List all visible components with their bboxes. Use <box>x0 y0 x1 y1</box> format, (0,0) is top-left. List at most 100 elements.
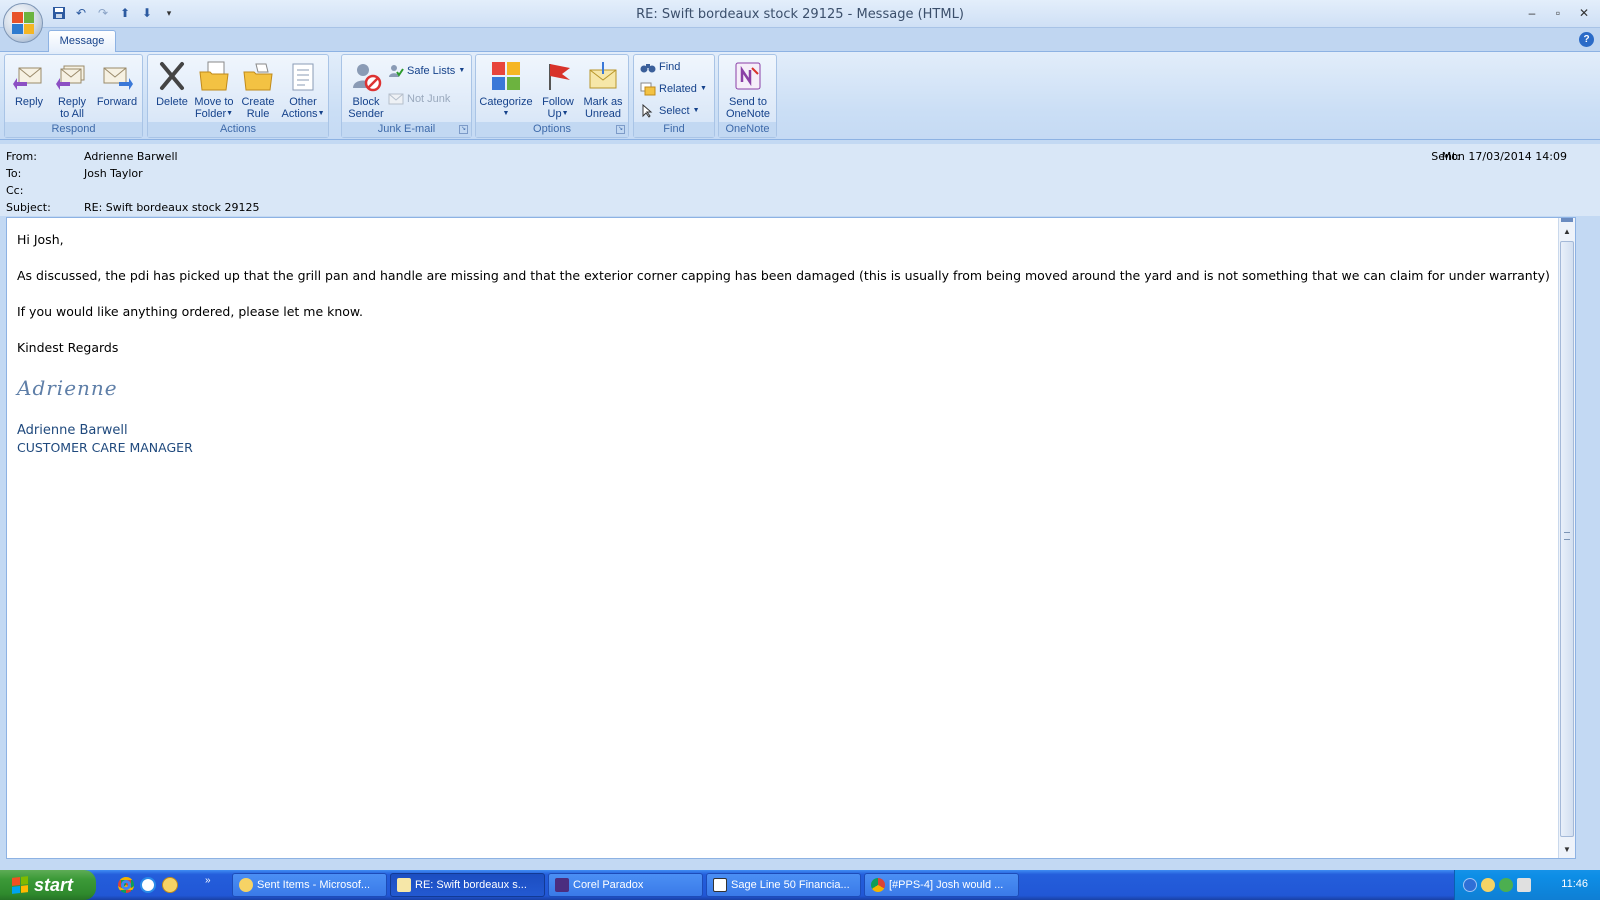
select-button[interactable]: Select ▼ <box>640 101 700 121</box>
scroll-thumb[interactable] <box>1560 241 1574 837</box>
internet-explorer-icon[interactable] <box>140 877 156 893</box>
mark-as-unread-button[interactable]: Mark as Unread <box>580 58 626 122</box>
group-label-find: Find <box>634 122 714 137</box>
subject-value: RE: Swift bordeaux stock 29125 <box>84 201 260 214</box>
window-controls: – ▫ ✕ <box>1520 4 1596 22</box>
group-label-options: Options <box>476 122 628 137</box>
not-junk-icon <box>388 93 404 105</box>
restore-icon[interactable]: ▫ <box>1546 4 1570 22</box>
outlook-tray-icon[interactable] <box>1481 878 1495 892</box>
from-value[interactable]: Adrienne Barwell <box>84 150 178 163</box>
related-label: Related <box>659 83 697 95</box>
chevron-down-icon: ▼ <box>692 107 700 115</box>
binoculars-icon <box>640 64 656 73</box>
windows-logo-icon <box>12 876 28 894</box>
dialog-launcher-icon[interactable]: ↘ <box>459 125 468 134</box>
delete-button[interactable]: Delete <box>150 58 194 122</box>
help-icon[interactable]: ? <box>1579 32 1594 47</box>
create-rule-label-2: Rule <box>246 108 270 120</box>
group-respond: Reply Reply to All Forward Respond <box>4 54 143 138</box>
block-sender-label-1: Block <box>352 96 380 108</box>
move-to-folder-label-1: Move to <box>194 96 234 108</box>
chrome-icon[interactable] <box>118 877 134 893</box>
reply-button[interactable]: Reply <box>7 58 51 122</box>
system-tray: 11:46 <box>1454 870 1600 900</box>
scroll-up-icon[interactable]: ▲ <box>1559 224 1575 240</box>
taskbar-item-message[interactable]: RE: Swift bordeaux s... <box>390 873 545 897</box>
create-rule-label-1: Create <box>241 96 275 108</box>
paradox-icon <box>555 878 569 892</box>
tray-expand-icon[interactable] <box>1463 878 1477 892</box>
delete-label: Delete <box>156 96 188 108</box>
message-header: From: Adrienne Barwell To: Josh Taylor C… <box>0 144 1600 216</box>
office-button[interactable] <box>3 3 43 43</box>
find-button[interactable]: Find <box>640 57 680 77</box>
block-sender-button[interactable]: Block Sender <box>344 58 388 122</box>
close-icon[interactable]: ✕ <box>1572 4 1596 22</box>
security-icon[interactable] <box>1517 878 1531 892</box>
reply-all-label-1: Reply <box>57 96 87 108</box>
network-icon[interactable] <box>1499 878 1513 892</box>
grip-icon <box>1564 532 1570 540</box>
safe-lists-icon <box>389 65 404 78</box>
other-actions-button[interactable]: Other Actions▼ <box>280 58 326 122</box>
safe-lists-button[interactable]: Safe Lists ▼ <box>388 61 465 81</box>
window-title: RE: Swift bordeaux stock 29125 - Message… <box>636 7 964 22</box>
vertical-scrollbar[interactable]: ▲ ▼ <box>1558 218 1575 858</box>
minimize-icon[interactable]: – <box>1520 4 1544 22</box>
group-label-respond: Respond <box>5 122 142 137</box>
taskbar-item-sage[interactable]: Sage Line 50 Financia... <box>706 873 861 897</box>
taskbar-item-label: Corel Paradox <box>573 879 644 891</box>
reply-all-button[interactable]: Reply to All <box>50 58 94 122</box>
taskbar-item-chrome[interactable]: [#PPS-4] Josh would ... <box>864 873 1019 897</box>
quick-launch <box>118 877 178 893</box>
taskbar-item-label: Sent Items - Microsof... <box>257 879 371 891</box>
to-value[interactable]: Josh Taylor <box>84 167 143 180</box>
move-to-folder-button[interactable]: Move to Folder▼ <box>192 58 236 122</box>
scroll-down-icon[interactable]: ▼ <box>1559 842 1575 858</box>
taskbar-item-corel-paradox[interactable]: Corel Paradox <box>548 873 703 897</box>
forward-icon <box>103 67 133 90</box>
categorize-button[interactable]: Categorize ▼ <box>479 58 533 122</box>
categorize-icon <box>492 62 520 90</box>
dialog-launcher-icon[interactable]: ↘ <box>616 125 625 134</box>
group-onenote: Send to OneNote OneNote <box>718 54 777 138</box>
create-rule-button[interactable]: Create Rule <box>236 58 280 122</box>
other-actions-icon <box>292 63 314 91</box>
body-content: Hi Josh, As discussed, the pdi has picke… <box>17 232 1550 456</box>
related-icon <box>640 82 656 96</box>
not-junk-button[interactable]: Not Junk <box>388 89 450 109</box>
find-label: Find <box>659 61 681 73</box>
taskbar-item-label: Sage Line 50 Financia... <box>731 879 850 891</box>
categorize-label: Categorize <box>479 96 533 108</box>
group-label-actions: Actions <box>148 122 328 137</box>
tab-message[interactable]: Message <box>48 30 116 53</box>
ribbon: Reply Reply to All Forward Respond Delet… <box>0 52 1600 140</box>
forward-button[interactable]: Forward <box>93 58 141 122</box>
quick-launch-overflow-icon[interactable]: » <box>205 875 211 886</box>
related-button[interactable]: Related ▼ <box>640 79 707 99</box>
greeting: Hi Josh, <box>17 232 64 247</box>
send-to-onenote-label-1: Send to <box>729 96 767 108</box>
reply-all-label-2: to All <box>60 108 84 120</box>
send-to-onenote-label-2: OneNote <box>725 108 771 120</box>
from-label: From: <box>6 150 37 163</box>
onenote-icon <box>735 62 761 90</box>
follow-up-button[interactable]: Follow Up▼ <box>536 58 580 122</box>
send-to-onenote-button[interactable]: Send to OneNote <box>722 58 774 122</box>
message-body[interactable]: Hi Josh, As discussed, the pdi has picke… <box>6 217 1576 859</box>
body-paragraph: As discussed, the pdi has picked up that… <box>17 268 1550 283</box>
clock: 11:46 <box>1561 878 1588 890</box>
group-label-onenote: OneNote <box>719 122 776 137</box>
mail-icon <box>397 878 411 892</box>
split-handle[interactable] <box>1561 218 1573 222</box>
outlook-icon <box>239 878 253 892</box>
outlook-icon[interactable] <box>162 877 178 893</box>
chevron-down-icon: ▼ <box>502 110 510 118</box>
follow-up-label-2: Up <box>547 108 562 120</box>
other-actions-label-2: Actions <box>281 108 318 120</box>
start-button[interactable]: start <box>0 870 96 900</box>
cc-label: Cc: <box>6 184 24 197</box>
taskbar-item-sent-items[interactable]: Sent Items - Microsof... <box>232 873 387 897</box>
chrome-icon <box>871 878 885 892</box>
